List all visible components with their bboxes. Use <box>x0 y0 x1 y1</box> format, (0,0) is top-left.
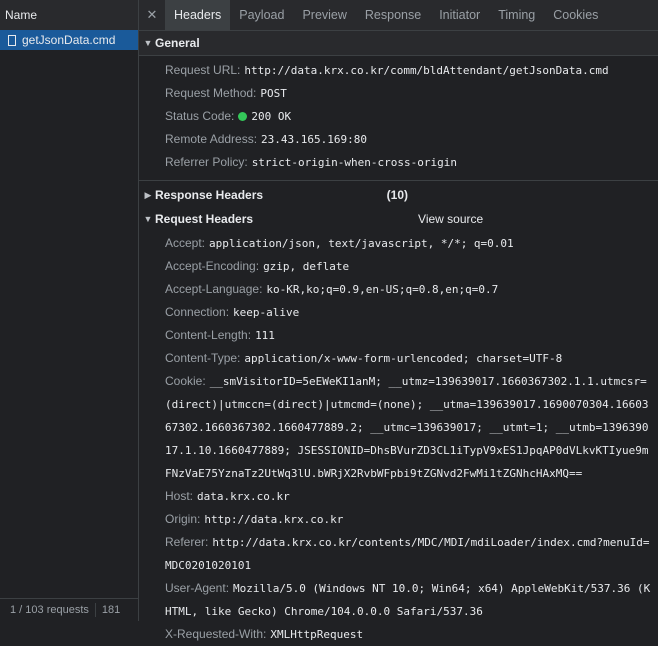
row-value: 111 <box>255 329 275 342</box>
row-key: Status Code: <box>165 109 235 123</box>
row-value: application/x-www-form-urlencoded; chars… <box>244 352 563 365</box>
general-row-request-method: Request Method: POST <box>139 82 658 105</box>
details-panel: ✕ Headers Payload Preview Response Initi… <box>139 0 658 641</box>
row-key: Remote Address: <box>165 132 258 146</box>
view-source-link[interactable]: View source <box>418 207 483 231</box>
row-key: Host: <box>165 489 194 503</box>
header-row-cookie: Cookie: __smVisitorID=5eEWeKI1anM; __utmz… <box>139 370 658 485</box>
request-row-getjsondata[interactable]: getJsonData.cmd <box>0 30 138 50</box>
row-key: Content-Length: <box>165 328 252 342</box>
row-value: ko-KR,ko;q=0.9,en-US;q=0.8,en;q=0.7 <box>266 283 499 296</box>
row-key: Content-Type: <box>165 351 241 365</box>
header-row-host: Host: data.krx.co.kr <box>139 485 658 508</box>
triangle-down-icon: ▼ <box>143 214 153 224</box>
details-tabbar: ✕ Headers Payload Preview Response Initi… <box>139 0 658 31</box>
tab-payload[interactable]: Payload <box>230 0 293 30</box>
tab-response[interactable]: Response <box>356 0 430 30</box>
general-row-status-code: Status Code: 200 OK <box>139 105 658 128</box>
tab-initiator[interactable]: Initiator <box>430 0 489 30</box>
row-value: gzip, deflate <box>263 260 350 273</box>
row-key: Connection: <box>165 305 230 319</box>
row-key: Accept: <box>165 236 206 250</box>
header-row-content-length: Content-Length: 111 <box>139 324 658 347</box>
row-key: Accept-Language: <box>165 282 263 296</box>
general-section: Request URL: http://data.krx.co.kr/comm/b… <box>139 56 658 174</box>
row-value: data.krx.co.kr <box>197 490 290 503</box>
header-row-content-type: Content-Type: application/x-www-form-urle… <box>139 347 658 370</box>
row-key: Accept-Encoding: <box>165 259 260 273</box>
header-row-accept: Accept: application/json, text/javascript… <box>139 232 658 255</box>
general-section-header[interactable]: ▼ General <box>139 31 658 56</box>
request-name: getJsonData.cmd <box>22 33 116 47</box>
row-value: strict-origin-when-cross-origin <box>251 156 457 169</box>
row-key: Request URL: <box>165 63 241 77</box>
row-value: http://data.krx.co.kr/comm/bldAttendant/… <box>244 64 609 77</box>
triangle-right-icon: ▶ <box>144 190 152 200</box>
row-value: 23.43.165.169:80 <box>261 133 368 146</box>
row-value: 200 OK <box>251 110 292 123</box>
row-value: __smVisitorID=5eEWeKI1anM; __utmz=139639… <box>165 375 649 480</box>
triangle-down-icon: ▼ <box>143 38 153 48</box>
row-value: http://data.krx.co.kr <box>204 513 344 526</box>
general-row-request-url: Request URL: http://data.krx.co.kr/comm/b… <box>139 59 658 82</box>
name-column-header[interactable]: Name <box>0 0 138 31</box>
request-count: 1 / 103 requests <box>10 604 89 616</box>
row-value: XMLHttpRequest <box>270 628 364 641</box>
header-row-x-requested-with: X-Requested-With: XMLHttpRequest <box>139 623 658 646</box>
tab-preview[interactable]: Preview <box>293 0 355 30</box>
row-value: POST <box>260 87 287 100</box>
document-icon <box>8 34 16 46</box>
close-icon[interactable]: ✕ <box>139 7 165 23</box>
header-row-connection: Connection: keep-alive <box>139 301 658 324</box>
request-list-footer: 1 / 103 requests 181 <box>0 598 138 621</box>
header-row-accept-encoding: Accept-Encoding: gzip, deflate <box>139 255 658 278</box>
request-headers-section: Accept: application/json, text/javascript… <box>139 231 658 646</box>
row-key: User-Agent: <box>165 581 230 595</box>
row-value: application/json, text/javascript, */*; … <box>209 237 514 250</box>
section-divider <box>139 180 658 181</box>
response-headers-section-header[interactable]: ▶ Response Headers (10) <box>139 183 658 207</box>
response-headers-title: Response Headers <box>155 188 264 202</box>
request-list-panel: Name getJsonData.cmd 1 / 103 requests 18… <box>0 0 139 621</box>
footer-divider <box>94 603 96 617</box>
row-key: Referer: <box>165 535 209 549</box>
general-row-referrer-policy: Referrer Policy: strict-origin-when-cross… <box>139 151 658 174</box>
row-key: X-Requested-With: <box>165 627 267 641</box>
header-row-origin: Origin: http://data.krx.co.kr <box>139 508 658 531</box>
tab-cookies[interactable]: Cookies <box>544 0 607 30</box>
row-key: Request Method: <box>165 86 257 100</box>
request-headers-section-header[interactable]: ▼ Request Headers View source <box>139 207 658 231</box>
row-value: keep-alive <box>233 306 300 319</box>
row-value: Mozilla/5.0 (Windows NT 10.0; Win64; x64… <box>165 582 651 618</box>
header-row-user-agent: User-Agent: Mozilla/5.0 (Windows NT 10.0;… <box>139 577 658 623</box>
general-title: General <box>155 36 200 50</box>
status-ok-icon <box>238 112 248 121</box>
row-key: Referrer Policy: <box>165 155 248 169</box>
header-row-referer: Referer: http://data.krx.co.kr/contents/M… <box>139 531 658 577</box>
general-row-remote-address: Remote Address: 23.43.165.169:80 <box>139 128 658 151</box>
request-headers-title: Request Headers <box>155 212 254 226</box>
row-key: Cookie: <box>165 374 206 388</box>
transfer-size: 181 <box>101 604 121 616</box>
row-value: http://data.krx.co.kr/contents/MDC/MDI/m… <box>165 536 650 572</box>
tab-headers[interactable]: Headers <box>165 0 231 30</box>
row-key: Origin: <box>165 512 201 526</box>
response-headers-count: (10) <box>386 188 408 202</box>
tab-timing[interactable]: Timing <box>489 0 544 30</box>
header-row-accept-language: Accept-Language: ko-KR,ko;q=0.9,en-US;q=0… <box>139 278 658 301</box>
